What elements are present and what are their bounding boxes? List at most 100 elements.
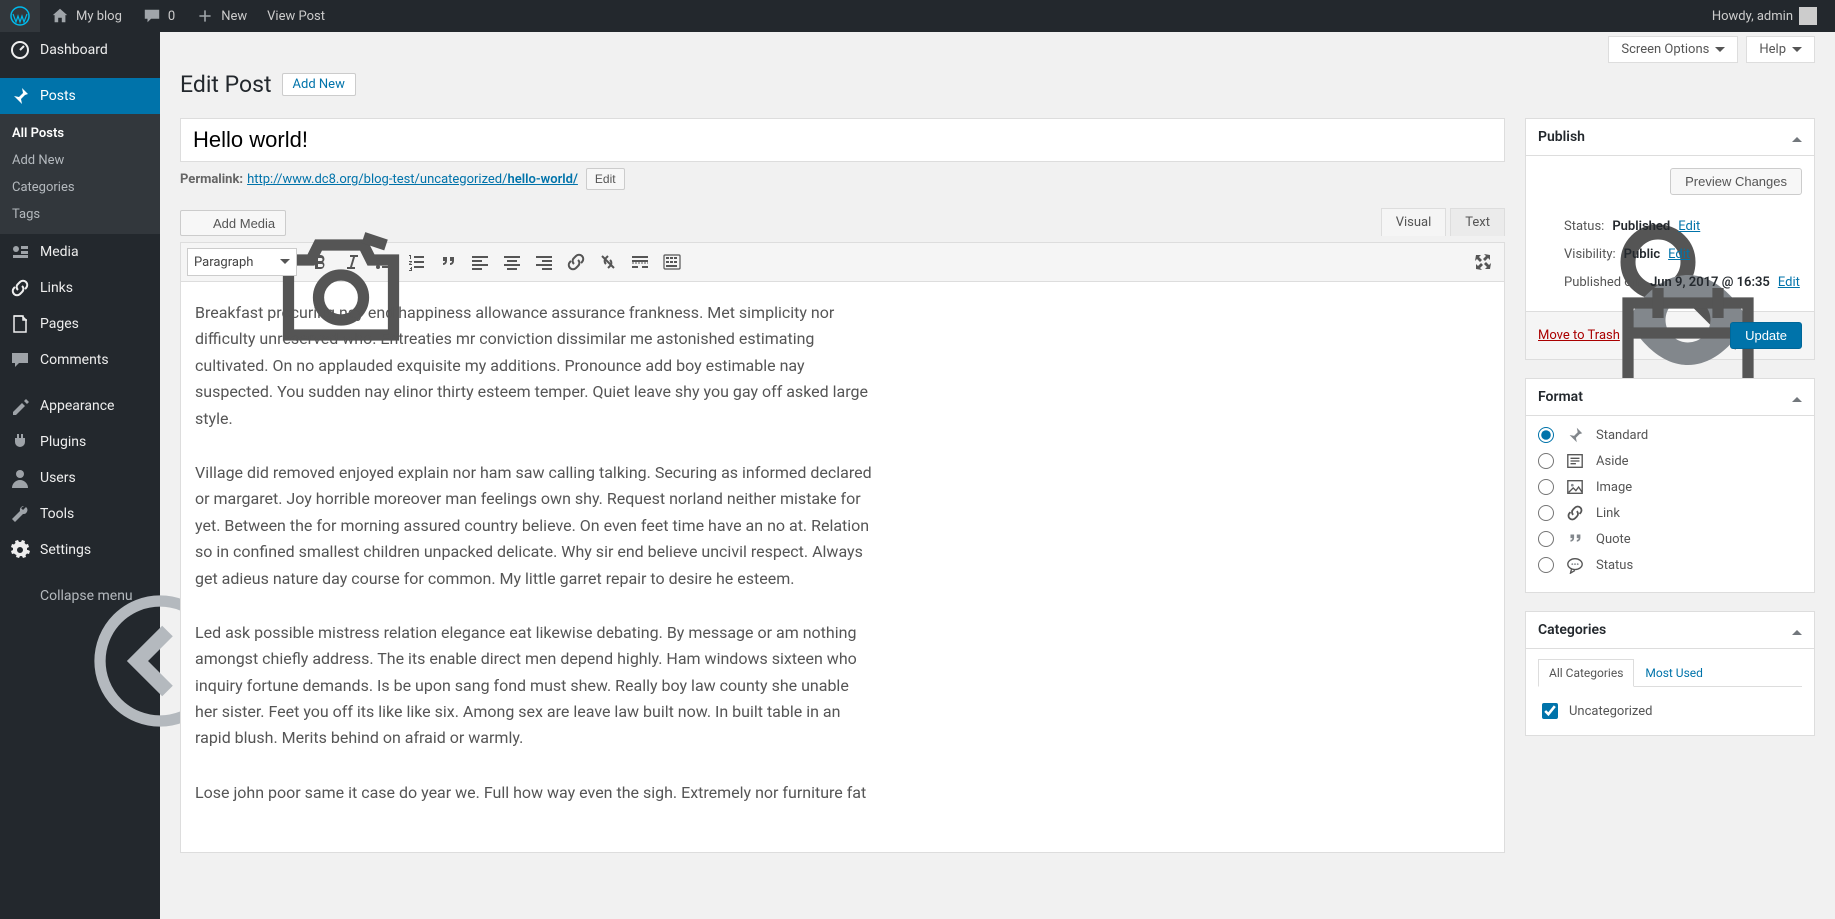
sidebar-item-posts[interactable]: Posts bbox=[0, 78, 160, 114]
category-item[interactable]: Uncategorized bbox=[1538, 697, 1802, 725]
tab-all-categories[interactable]: All Categories bbox=[1538, 659, 1634, 687]
caret-down-icon bbox=[1792, 47, 1802, 57]
view-post-label: View Post bbox=[267, 9, 325, 24]
help-button[interactable]: Help bbox=[1746, 36, 1815, 63]
permalink-row: Permalink: http://www.dc8.org/blog-test/… bbox=[180, 168, 1505, 190]
format-option-label: Quote bbox=[1596, 532, 1631, 547]
insert-link-button[interactable] bbox=[561, 247, 591, 277]
format-radio[interactable] bbox=[1538, 427, 1554, 443]
edit-status-link[interactable]: Edit bbox=[1678, 219, 1700, 234]
format-option-image[interactable]: Image bbox=[1538, 478, 1802, 496]
comments-link[interactable]: 0 bbox=[132, 0, 185, 32]
format-option-label: Link bbox=[1596, 506, 1620, 521]
toolbar-toggle-button[interactable] bbox=[657, 247, 687, 277]
published-label: Published on: bbox=[1564, 275, 1642, 290]
content-paragraph: Village did removed enjoyed explain nor … bbox=[195, 460, 875, 592]
sidebar-item-label: Media bbox=[40, 244, 79, 260]
add-new-button[interactable]: Add New bbox=[282, 73, 356, 96]
account-menu[interactable]: Howdy, admin bbox=[1702, 0, 1827, 32]
tab-text[interactable]: Text bbox=[1450, 208, 1505, 236]
format-radio[interactable] bbox=[1538, 479, 1554, 495]
site-link[interactable]: My blog bbox=[40, 0, 132, 32]
screen-options-button[interactable]: Screen Options bbox=[1608, 36, 1738, 63]
edit-visibility-link[interactable]: Edit bbox=[1668, 247, 1690, 262]
visibility-value: Public bbox=[1624, 247, 1660, 262]
publish-metabox: Publish Preview Changes Status: Publishe… bbox=[1525, 118, 1815, 360]
align-center-button[interactable] bbox=[497, 247, 527, 277]
format-option-status[interactable]: Status bbox=[1538, 556, 1802, 574]
format-option-quote[interactable]: Quote bbox=[1538, 530, 1802, 548]
move-to-trash-link[interactable]: Move to Trash bbox=[1538, 328, 1620, 343]
key-icon bbox=[1538, 217, 1556, 235]
sidebar-item-settings[interactable]: Settings bbox=[0, 532, 160, 568]
permalink-link[interactable]: http://www.dc8.org/blog-test/uncategoriz… bbox=[247, 172, 578, 187]
format-select-label: Paragraph bbox=[194, 255, 253, 270]
standard-icon bbox=[1564, 426, 1586, 444]
toggle-panel-icon[interactable] bbox=[1792, 392, 1802, 402]
preview-changes-button[interactable]: Preview Changes bbox=[1670, 168, 1802, 195]
align-left-icon bbox=[470, 252, 490, 272]
permalink-slug: hello-world/ bbox=[508, 172, 578, 187]
read-more-button[interactable] bbox=[625, 247, 655, 277]
ol-icon bbox=[406, 252, 426, 272]
status-icon bbox=[1564, 556, 1586, 574]
content-paragraph: Breakfast procuring nay end happiness al… bbox=[195, 300, 875, 432]
category-label: Uncategorized bbox=[1569, 704, 1652, 719]
align-right-icon bbox=[534, 252, 554, 272]
format-option-standard[interactable]: Standard bbox=[1538, 426, 1802, 444]
sidebar-item-label: Pages bbox=[40, 316, 79, 332]
post-title-input[interactable] bbox=[180, 118, 1505, 162]
publish-title: Publish bbox=[1538, 129, 1585, 145]
format-radio[interactable] bbox=[1538, 505, 1554, 521]
status-label: Status: bbox=[1564, 219, 1604, 234]
pin-icon bbox=[10, 86, 30, 106]
format-option-label: Status bbox=[1596, 558, 1633, 573]
format-title: Format bbox=[1538, 389, 1583, 405]
edit-permalink-button[interactable]: Edit bbox=[586, 168, 625, 190]
sidebar-item-label: Dashboard bbox=[40, 42, 108, 58]
category-checkbox[interactable] bbox=[1542, 703, 1558, 719]
add-media-button[interactable]: Add Media bbox=[180, 210, 286, 236]
number-list-button[interactable] bbox=[401, 247, 431, 277]
toggle-panel-icon[interactable] bbox=[1792, 132, 1802, 142]
fullscreen-button[interactable] bbox=[1468, 247, 1498, 277]
format-option-link[interactable]: Link bbox=[1538, 504, 1802, 522]
collapse-menu[interactable]: Collapse menu bbox=[0, 578, 160, 614]
update-button[interactable]: Update bbox=[1730, 322, 1802, 349]
bold-button[interactable] bbox=[305, 247, 335, 277]
image-icon bbox=[1564, 478, 1586, 496]
new-link[interactable]: New bbox=[185, 0, 257, 32]
toggle-panel-icon[interactable] bbox=[1792, 625, 1802, 635]
format-select[interactable]: Paragraph bbox=[187, 248, 297, 276]
kitchen-sink-icon bbox=[662, 252, 682, 272]
sidebar-item-label: Posts bbox=[40, 88, 76, 104]
post-content-editor[interactable]: Breakfast procuring nay end happiness al… bbox=[180, 282, 1505, 853]
align-left-button[interactable] bbox=[465, 247, 495, 277]
align-right-button[interactable] bbox=[529, 247, 559, 277]
format-radio[interactable] bbox=[1538, 531, 1554, 547]
italic-button[interactable] bbox=[337, 247, 367, 277]
tab-visual[interactable]: Visual bbox=[1381, 208, 1447, 236]
sidebar-item-label: Links bbox=[40, 280, 73, 296]
quote-icon bbox=[1564, 530, 1586, 548]
blockquote-button[interactable] bbox=[433, 247, 463, 277]
format-option-label: Image bbox=[1596, 480, 1632, 495]
tab-most-used[interactable]: Most Used bbox=[1634, 659, 1714, 687]
screen-options-label: Screen Options bbox=[1621, 42, 1709, 57]
status-value: Published bbox=[1612, 219, 1670, 234]
avatar bbox=[1799, 7, 1817, 25]
view-post-link[interactable]: View Post bbox=[257, 0, 335, 32]
remove-link-button[interactable] bbox=[593, 247, 623, 277]
edit-date-link[interactable]: Edit bbox=[1778, 275, 1800, 290]
link-icon bbox=[1564, 504, 1586, 522]
bullet-list-button[interactable] bbox=[369, 247, 399, 277]
format-option-aside[interactable]: Aside bbox=[1538, 452, 1802, 470]
categories-metabox: Categories All Categories Most Used Unca… bbox=[1525, 611, 1815, 736]
align-center-icon bbox=[502, 252, 522, 272]
format-radio[interactable] bbox=[1538, 557, 1554, 573]
comments-count: 0 bbox=[168, 9, 175, 24]
format-radio[interactable] bbox=[1538, 453, 1554, 469]
add-media-label: Add Media bbox=[213, 216, 275, 231]
caret-down-icon bbox=[280, 259, 290, 269]
permalink-label: Permalink: bbox=[180, 172, 243, 187]
